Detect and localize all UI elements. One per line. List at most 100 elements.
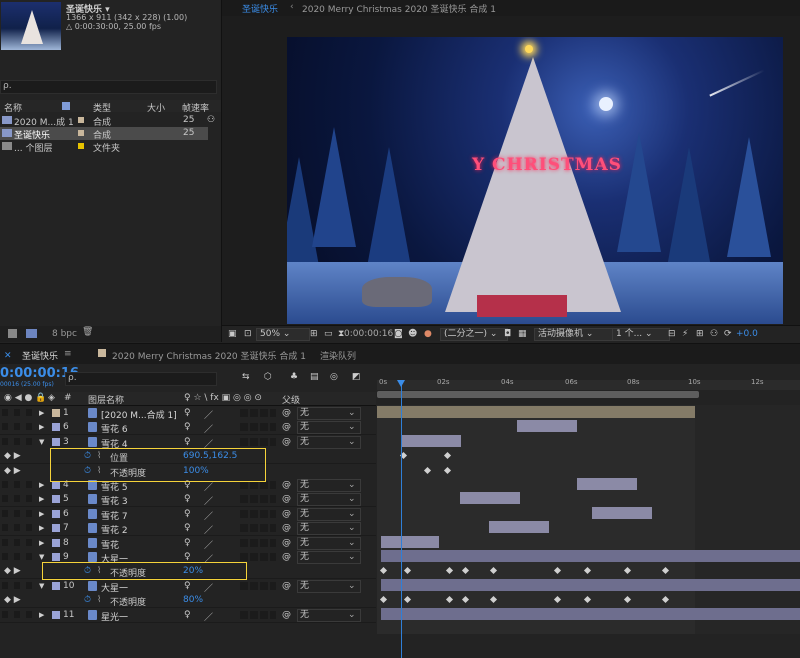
project-search-input[interactable]: ρ. [0,80,217,94]
chevron-right-icon[interactable]: ▶ [39,423,44,431]
layer-name[interactable]: 星光一 [101,610,128,623]
label-swatch[interactable] [52,553,60,561]
chevron-left-icon[interactable]: ‹ [290,2,294,12]
new-composition-icon[interactable] [26,329,37,338]
zoom-dropdown[interactable]: 50% ⌄ [256,328,310,341]
render-queue-tab[interactable]: 渲染队列 [320,349,356,362]
lock-toggle[interactable] [26,610,32,618]
pick-whip-icon[interactable]: @ [282,610,291,620]
pick-whip-icon[interactable]: @ [282,480,291,490]
exposure-reset-icon[interactable]: ⟳ [724,329,732,339]
bpc-label[interactable]: 8 bpc [52,329,77,339]
chevron-down-icon[interactable]: ▼ [39,582,44,590]
zoom-icon[interactable]: ⊡ [244,329,252,339]
label-swatch[interactable] [52,509,60,518]
pick-whip-icon[interactable]: @ [282,552,291,562]
switch-boxes[interactable] [240,423,276,432]
safe-zones-icon[interactable]: ⊞ [310,329,318,339]
layer-row[interactable]: ▶ ♀ ／ @11 星光一无 ⌄ [0,607,376,623]
time-ruler[interactable]: 0s 02s 04s 06s 08s 10s 12s [377,368,800,404]
shy-switch-icon[interactable]: ♀ [184,538,191,548]
chevron-right-icon[interactable]: ▶ [39,409,44,417]
lock-toggle[interactable] [26,481,32,488]
solo-toggle[interactable] [14,481,20,488]
layer-duration-bar[interactable] [381,607,800,620]
hide-shy-icon[interactable]: ♣ [290,372,298,382]
chevron-right-icon[interactable]: ▶ [39,510,44,518]
layer-row[interactable]: ▶ ♀ ／ @8 雪花无 ⌄ [0,535,376,551]
label-swatch[interactable] [52,495,60,504]
chevron-down-icon[interactable]: ▼ [39,553,44,561]
draft-3d-icon[interactable]: ⬡ [264,372,272,382]
track-area[interactable] [377,405,800,634]
solo-toggle[interactable] [14,437,20,445]
col-size[interactable]: 大小 [147,101,165,114]
layer-row[interactable]: ▼ ♀ ／ @10 大星一无 ⌄ [0,578,376,594]
playhead-handle[interactable] [397,380,405,387]
layer-duration-bar[interactable] [381,578,800,591]
pick-whip-icon[interactable]: @ [282,523,291,533]
chevron-right-icon[interactable]: ▶ [39,481,44,489]
layer-row[interactable]: ▶ ♀ ／ @6 雪花 7 无 ⌄ [0,506,376,522]
color-channel-icon[interactable]: ● [424,329,432,339]
motion-blur-icon[interactable]: ◎ [330,372,338,382]
solo-toggle[interactable] [14,409,20,416]
shy-switch-icon[interactable]: ♀ [184,552,191,562]
visibility-toggle[interactable] [2,610,8,618]
switches-header[interactable]: ♀ ☆ \ fx ▣ ◎ ◎ ⊙ [184,393,262,403]
quality-switch-icon[interactable]: ／ [204,422,213,435]
visibility-toggle[interactable] [2,495,8,503]
chevron-right-icon[interactable]: ▶ [39,495,44,503]
label-swatch[interactable] [52,409,60,417]
viewer-timecode[interactable]: 0:00:00:16 [344,329,393,339]
frame-blending-icon[interactable]: ▤ [310,372,319,382]
shy-switch-icon[interactable]: ♀ [184,523,191,533]
pixel-aspect-icon[interactable]: ⊟ [668,329,676,339]
solo-toggle[interactable] [14,610,20,618]
keyframe-nav-icon[interactable]: ◆ ▶ [4,466,21,476]
switch-boxes[interactable] [240,481,276,489]
switch-boxes[interactable] [240,553,276,561]
av-features-icons[interactable]: ◉ ◀ ● 🔒 [4,393,46,403]
views-dropdown[interactable]: 1 个... ⌄ [612,328,670,341]
quality-switch-icon[interactable]: ／ [204,494,213,507]
pick-whip-icon[interactable]: @ [282,509,291,519]
visibility-toggle[interactable] [2,581,8,589]
comp-mini-flowchart-icon[interactable]: ⇆ [242,372,250,382]
graph-editor-icon[interactable]: ◩ [352,372,361,382]
chevron-right-icon[interactable]: ▶ [39,524,44,532]
layer-name[interactable]: 大星一 [101,581,128,594]
layer-duration-bar[interactable] [517,420,577,433]
close-icon[interactable]: ✕ [4,351,12,361]
visibility-toggle[interactable] [2,538,8,546]
layer-name-header[interactable]: 图层名称 [88,393,124,406]
shy-switch-icon[interactable]: ♀ [184,610,191,620]
visibility-toggle[interactable] [2,481,8,488]
chevron-down-icon[interactable]: ⌄ [348,581,356,591]
shy-switch-icon[interactable]: ♀ [184,509,191,519]
lock-toggle[interactable] [26,409,32,416]
visibility-toggle[interactable] [2,524,8,532]
chevron-down-icon[interactable]: ▼ [39,438,44,446]
visibility-toggle[interactable] [2,437,8,445]
label-swatch[interactable] [52,538,60,547]
always-preview-icon[interactable]: ▣ [228,329,237,339]
keyframe-nav-icon[interactable]: ◆ ▶ [4,566,21,576]
lock-toggle[interactable] [26,553,32,560]
lock-toggle[interactable] [26,581,32,589]
chevron-down-icon[interactable]: ⌄ [348,610,356,620]
layer-row[interactable]: ▶ ♀ ／ @7 雪花 2 无 ⌄ [0,521,376,537]
composition-preview[interactable]: Y CHRISTMAS [287,37,783,324]
shy-switch-icon[interactable]: ♀ [184,437,191,447]
shy-switch-icon[interactable]: ♀ [184,422,191,432]
property-value[interactable]: 80% [183,595,203,605]
lock-toggle[interactable] [26,495,32,503]
shy-switch-icon[interactable]: ♀ [184,408,191,418]
switch-boxes[interactable] [240,610,276,619]
switch-boxes[interactable] [240,409,276,417]
layer-name[interactable]: 雪花 3 [101,494,128,507]
lock-toggle[interactable] [26,538,32,546]
fast-preview-icon[interactable]: ⚡ [682,329,688,339]
menu-icon[interactable]: ≡ [64,349,72,359]
layer-row[interactable]: ▶ ♀ ／ @6 雪花 6 无 ⌄ [0,420,376,436]
